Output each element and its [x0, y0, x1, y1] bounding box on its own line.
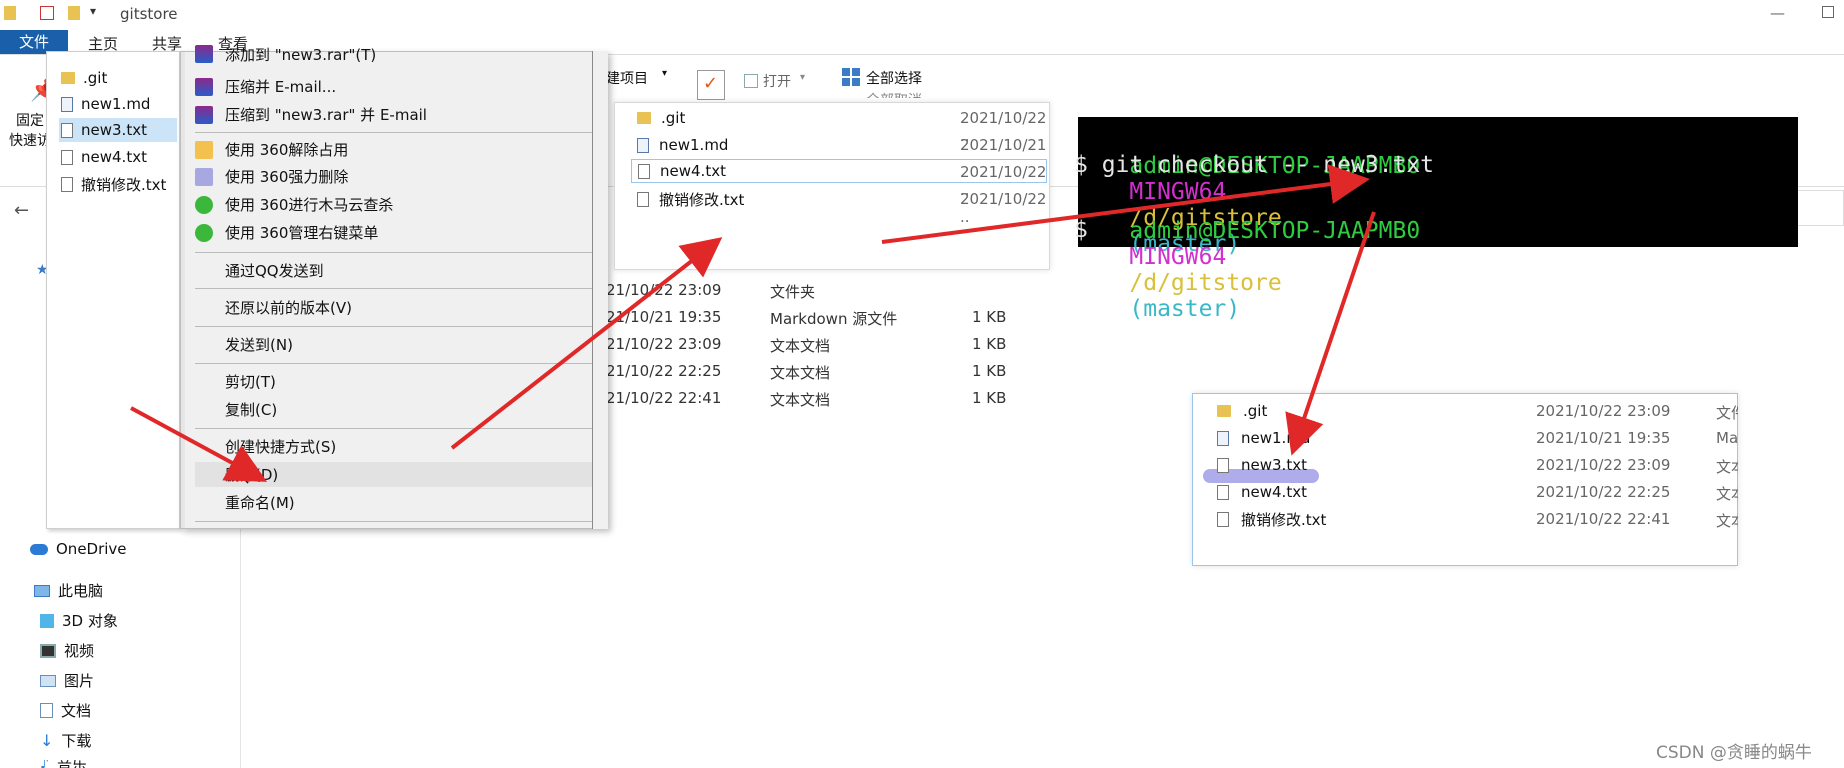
annotation-arrows [130, 164, 1376, 482]
arrow-to-delete [130, 406, 268, 482]
watermark: CSDN @贪睡的蜗牛 [1656, 743, 1812, 763]
arrow-to-deleted-panel [450, 237, 723, 450]
arrow-to-terminal [881, 164, 1370, 244]
arrow-to-restored [1285, 211, 1376, 456]
